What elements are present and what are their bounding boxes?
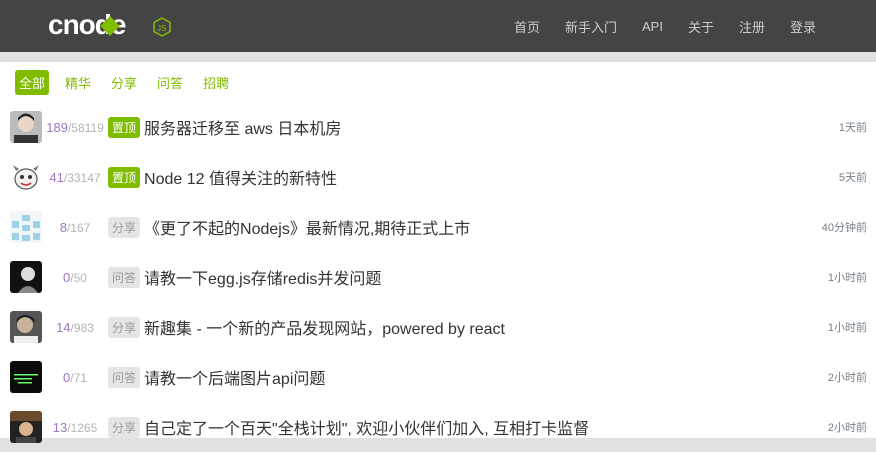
topic-title-link[interactable]: 自己定了一个百天"全栈计划", 欢迎小伙伴们加入, 互相打卡监督	[144, 415, 589, 439]
svg-text:JS: JS	[157, 24, 166, 33]
nav-link-api[interactable]: API	[642, 19, 663, 34]
topic-title-link[interactable]: 《更了不起的Nodejs》最新情况,期待正式上市	[144, 215, 470, 239]
terminal-avatar-icon	[10, 361, 42, 393]
topic-panel: 全部 精华 分享 问答 招聘 189/58119 置顶 服务器迁移至 aws 日…	[0, 62, 876, 443]
topic-title-link[interactable]: 请教一下egg.js存储redis并发问题	[144, 265, 381, 289]
tag-share: 分享	[108, 216, 141, 238]
last-reply-time[interactable]: 2小时前	[828, 369, 867, 385]
reply-view-count: 8/167	[59, 219, 91, 235]
cnode-logo[interactable]: cnode JS	[48, 10, 178, 42]
tag-ask: 问答	[108, 266, 141, 288]
reply-view-count: 41/33147	[49, 169, 101, 185]
nav-link-getstart[interactable]: 新手入门	[565, 17, 617, 36]
tab-share[interactable]: 分享	[107, 70, 141, 95]
last-reply-time[interactable]: 1天前	[839, 119, 867, 135]
reply-view-count: 189/58119	[46, 119, 104, 135]
user-avatar[interactable]	[10, 261, 42, 293]
topic-row: 8/167 分享 《更了不起的Nodejs》最新情况,期待正式上市 40分钟前	[0, 202, 876, 252]
tag-pinned: 置顶	[108, 166, 141, 188]
tag-pinned: 置顶	[108, 116, 141, 138]
user-avatar[interactable]	[10, 211, 42, 243]
cartoon-avatar-icon	[10, 161, 42, 193]
topic-list: 189/58119 置顶 服务器迁移至 aws 日本机房 1天前 41/3314…	[0, 102, 876, 452]
user-avatar[interactable]	[10, 161, 42, 193]
last-reply-time[interactable]: 5天前	[839, 169, 867, 185]
user-avatar[interactable]	[10, 111, 42, 143]
identicon-avatar-icon	[10, 211, 42, 243]
user-avatar[interactable]	[10, 411, 42, 443]
dark-photo-avatar-icon	[10, 411, 42, 443]
user-photo-avatar-icon	[10, 111, 42, 143]
nav-link-about[interactable]: 关于	[688, 17, 714, 36]
tab-ask[interactable]: 问答	[153, 70, 187, 95]
last-reply-time[interactable]: 40分钟前	[822, 219, 867, 235]
tab-all[interactable]: 全部	[15, 69, 50, 95]
nav-link-register[interactable]: 注册	[739, 17, 765, 36]
topic-tabs: 全部 精华 分享 问答 招聘	[0, 62, 876, 102]
last-reply-time[interactable]: 2小时前	[828, 419, 867, 435]
topic-row: 0/50 问答 请教一下egg.js存储redis并发问题 1小时前	[0, 252, 876, 302]
last-reply-time[interactable]: 1小时前	[828, 319, 867, 335]
cnode-logo-icon: cnode JS	[48, 10, 171, 40]
reply-view-count: 13/1265	[52, 419, 98, 435]
user-avatar[interactable]	[10, 361, 42, 393]
tag-share: 分享	[108, 416, 141, 438]
topic-title-link[interactable]: 请教一个后端图片api问题	[144, 365, 325, 389]
topic-row: 0/71 问答 请教一个后端图片api问题 2小时前	[0, 352, 876, 402]
tag-ask: 问答	[108, 366, 141, 388]
topic-title-link[interactable]: 服务器迁移至 aws 日本机房	[144, 115, 341, 139]
topic-title-link[interactable]: 新趣集 - 一个新的产品发现网站，powered by react	[144, 315, 505, 339]
reply-view-count: 0/50	[63, 269, 87, 285]
tab-job[interactable]: 招聘	[199, 70, 233, 95]
top-navbar: cnode JS 首页 新手入门 API 关于 注册 登录	[0, 0, 876, 52]
reply-view-count: 14/983	[56, 319, 94, 335]
user-avatar[interactable]	[10, 311, 42, 343]
last-reply-time[interactable]: 1小时前	[828, 269, 867, 285]
dark-photo-avatar-icon	[10, 261, 42, 293]
topic-row: 14/983 分享 新趣集 - 一个新的产品发现网站，powered by re…	[0, 302, 876, 352]
nav-link-login[interactable]: 登录	[790, 17, 816, 36]
topic-title-link[interactable]: Node 12 值得关注的新特性	[144, 165, 337, 189]
tab-good[interactable]: 精华	[61, 70, 95, 95]
topic-row: 189/58119 置顶 服务器迁移至 aws 日本机房 1天前	[0, 102, 876, 152]
topic-row: 13/1265 分享 自己定了一个百天"全栈计划", 欢迎小伙伴们加入, 互相打…	[0, 402, 876, 452]
nav-links: 首页 新手入门 API 关于 注册 登录	[489, 0, 816, 52]
topic-row: 41/33147 置顶 Node 12 值得关注的新特性 5天前	[0, 152, 876, 202]
reply-view-count: 0/71	[63, 369, 87, 385]
nav-link-home[interactable]: 首页	[514, 17, 540, 36]
user-photo-avatar-icon	[10, 311, 42, 343]
tag-share: 分享	[108, 316, 141, 338]
js-badge-icon: JS	[153, 17, 171, 37]
